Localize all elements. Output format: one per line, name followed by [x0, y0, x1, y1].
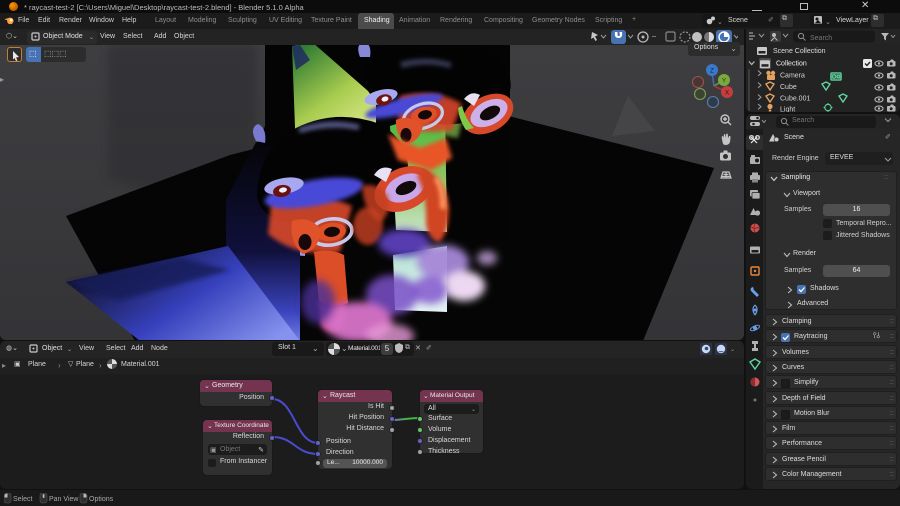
svg-text:Pan View: Pan View [49, 496, 79, 503]
svg-text:Z: Z [710, 68, 714, 75]
svg-text:Cube.001: Cube.001 [780, 96, 810, 103]
svg-text:Scene Collection: Scene Collection [773, 48, 826, 55]
svg-text:Search: Search [810, 35, 832, 42]
svg-text:Camera: Camera [780, 73, 805, 80]
svg-text:Options: Options [89, 496, 114, 503]
svg-text:Cube: Cube [780, 84, 797, 91]
svg-text:Collection: Collection [776, 61, 807, 68]
svg-text:Y: Y [722, 78, 727, 85]
svg-text:Light: Light [780, 107, 795, 113]
svg-text:Select: Select [13, 496, 33, 503]
svg-text:X: X [725, 90, 730, 97]
